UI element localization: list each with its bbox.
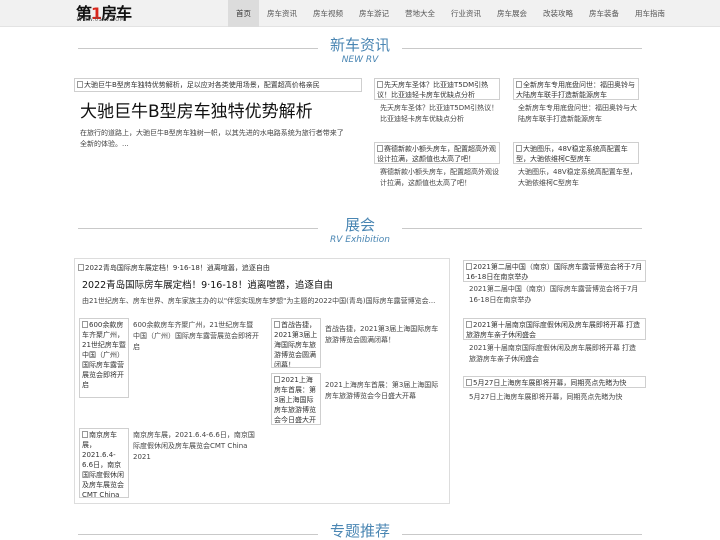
broken-image-icon [82,321,88,328]
divider-line [78,534,318,535]
news-card-image[interactable]: 先天房车圣体？比亚迪T5DM引热议！比亚迪轻卡房车优缺点分析 [374,78,500,100]
nav-item-campsites[interactable]: 营地大全 [397,0,443,27]
expo-side-image[interactable]: 5月27日上海房车展即将开幕，同期亮点先睹为快 [463,376,646,388]
nav-item-guide[interactable]: 用车指南 [627,0,673,27]
expo-item-image[interactable]: 南京房车展，2021.6.4-6.6日，南京国际度假休闲及房车展览会CMT Ch… [79,428,129,498]
news-card-text[interactable]: 先天房车圣体？比亚迪T5DM引热议！比亚迪轻卡房车优缺点分析 [380,103,500,125]
broken-image-icon [77,81,83,88]
section-title-expo: 展会 RV Exhibition [0,216,720,246]
lead-news-title[interactable]: 大驰巨牛B型房车独特优势解析 [80,101,313,123]
broken-image-icon [466,379,472,386]
broken-image-icon [274,321,280,328]
section-heading: 专题推荐 [329,522,390,540]
section-heading: 展会 [344,216,375,234]
nav-item-rv-news[interactable]: 房车资讯 [259,0,305,27]
expo-item-text[interactable]: 2021上海房车首展：第3届上海国际房车旅游博览会今日盛大开幕 [325,380,445,402]
section-title-topic: 专题推荐 [0,522,720,540]
expo-side-image[interactable]: 2021第二届中国（南京）国际房车露营博览会将于7月16-18日在南京举办 [463,260,646,282]
section-subheading: NEW RV [341,55,379,65]
broken-image-icon [516,145,522,152]
expo-item-image[interactable]: 首战告捷，2021第3届上海国际房车旅游博览会圆满闭幕！ [271,318,321,368]
main-nav: 首页 房车资讯 房车视频 房车游记 营地大全 行业资讯 房车展会 改装攻略 房车… [228,0,673,27]
divider-line [78,48,318,49]
nav-item-expo[interactable]: 房车展会 [489,0,535,27]
lead-news-desc: 在旅行的道路上，大驰巨牛B型房车独树一帜，以其先进的水电路系统为旅行者带来了全新… [80,129,344,148]
expo-lead-title[interactable]: 2022青岛国际房车展定档！9·16-18！逍离喧嚣，追逐自由 [82,279,333,293]
logo-url: WWW.01RV.COM [77,17,125,23]
news-card-text[interactable]: 大驰图乐，48V稳定系统高配置车型，大驰依维柯C型房车 [518,167,639,189]
expo-side-text[interactable]: 5月27日上海房车展即将开幕，同期亮点先睹为快 [469,392,639,403]
expo-side-image[interactable]: 2021第十届南京国际度假休闲及房车展即将开幕 打造旅游房车亲子休闲盛会 [463,318,646,340]
expo-item-image[interactable]: 600余款房车齐聚广州，21世纪房车暨中国（广州）国际房车露营展览会即将开启 [79,318,129,398]
divider-line [402,534,642,535]
news-card-image[interactable]: 全新房车专用底盘问世：福田奥铃与大陆房车联手打造新能源房车 [513,78,639,100]
broken-image-icon [516,81,522,88]
nav-item-rv-travel[interactable]: 房车游记 [351,0,397,27]
divider-line [402,48,642,49]
lead-news-image[interactable]: 大驰巨牛B型房车独特优势解析，足以应对各类使用场景，配置超高价格亲民 [74,78,362,92]
broken-image-icon [466,321,472,328]
nav-item-industry[interactable]: 行业资讯 [443,0,489,27]
news-card-text[interactable]: 赛德新款小额头房车，配置超高外观设计拉满，这颜值也太高了吧！ [380,167,500,189]
expo-side-text[interactable]: 2021第二届中国（南京）国际房车露营博览会将于7月16-18日在南京举办 [469,284,639,306]
broken-image-icon [78,264,84,271]
section-title-news: 新车资讯 NEW RV [0,36,720,66]
section-heading: 新车资讯 [329,36,390,54]
news-card-image[interactable]: 赛德新款小额头房车，配置超高外观设计拉满，这颜值也太高了吧！ [374,142,500,164]
top-nav-bar: 第1房车 WWW.01RV.COM 首页 房车资讯 房车视频 房车游记 营地大全… [0,0,720,27]
expo-item-text[interactable]: 南京房车展，2021.6.4-6.6日，南京国际度假休闲及房车展览会CMT Ch… [133,430,259,464]
nav-item-modding[interactable]: 改装攻略 [535,0,581,27]
divider-line [78,228,318,229]
news-card-text[interactable]: 全新房车专用底盘问世：福田奥铃与大陆房车联手打造新能源房车 [518,103,639,125]
broken-image-icon [377,145,383,152]
expo-item-text[interactable]: 600余款房车齐聚广州，21世纪房车暨中国（广州）国际房车露营展览会即将开启 [133,320,259,354]
divider-line [402,228,642,229]
section-subheading: RV Exhibition [330,235,390,245]
expo-lead-image[interactable]: 2022青岛国际房车展定档！9·16-18！逍离喧嚣，追逐自由 [76,262,448,274]
expo-item-image[interactable]: 2021上海房车首展：第3届上海国际房车旅游博览会今日盛大开幕 [271,373,321,425]
broken-image-icon [82,431,88,438]
expo-item-text[interactable]: 首战告捷，2021第3届上海国际房车旅游博览会圆满闭幕！ [325,324,445,346]
expo-lead-desc: 由21世纪房车、房车世界、房车家族主办的以"伴您实现房车梦想"为主题的2022中… [82,297,436,305]
broken-image-icon [377,81,383,88]
site-logo[interactable]: 第1房车 WWW.01RV.COM [76,2,132,24]
broken-image-icon [274,376,280,383]
nav-item-home[interactable]: 首页 [228,0,259,27]
expo-side-text[interactable]: 2021第十届南京国际度假休闲及房车展即将开幕 打造旅游房车亲子休闲盛会 [469,343,639,365]
news-card-image[interactable]: 大驰图乐，48V稳定系统高配置车型，大驰依维柯C型房车 [513,142,639,164]
nav-item-rv-video[interactable]: 房车视频 [305,0,351,27]
broken-image-icon [466,263,472,270]
nav-item-gear[interactable]: 房车装备 [581,0,627,27]
